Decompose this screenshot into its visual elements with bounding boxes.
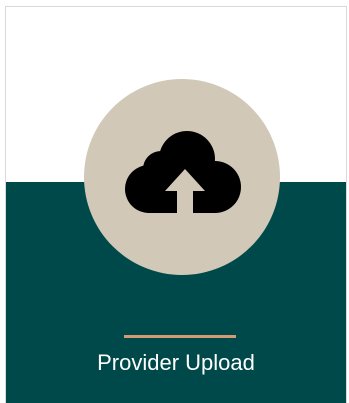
accent-divider bbox=[124, 335, 236, 338]
cloud-upload-icon bbox=[125, 131, 241, 217]
icon-circle bbox=[84, 79, 280, 275]
provider-upload-card[interactable]: Provider Upload bbox=[5, 6, 347, 403]
card-title: Provider Upload bbox=[97, 350, 255, 375]
